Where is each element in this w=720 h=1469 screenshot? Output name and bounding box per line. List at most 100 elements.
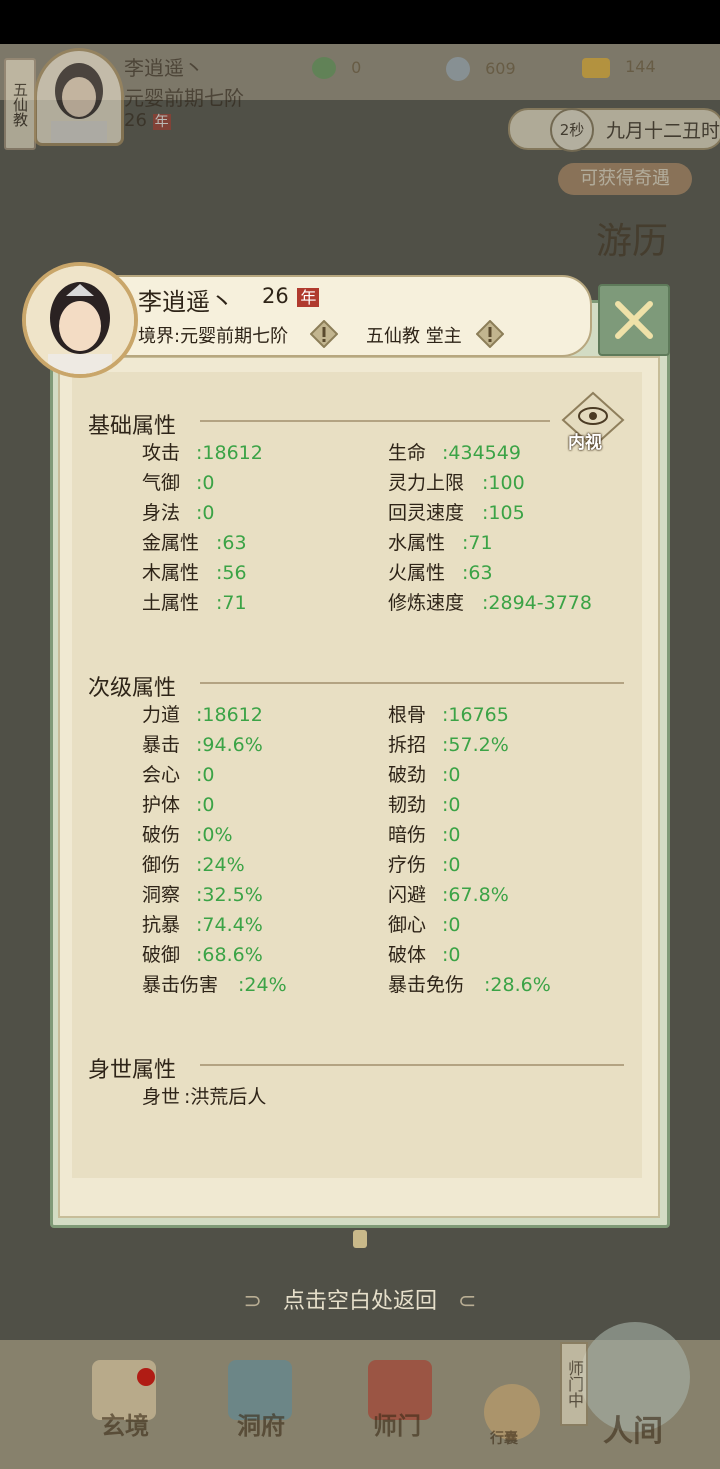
stat-label: 闪避	[388, 884, 427, 906]
stat-label: 会心	[142, 764, 181, 786]
stat-value: :0	[442, 854, 461, 876]
stat-row: 洞察 :32.5% 闪避 :67.8%	[142, 880, 642, 910]
stat-value: :0	[442, 764, 461, 786]
header-age: 26 年	[124, 110, 171, 131]
stat-value: :56	[216, 562, 247, 584]
character-name: 李逍遥丶	[138, 288, 234, 316]
sect-info-icon[interactable]	[475, 319, 505, 349]
stat-label: 拆招	[388, 734, 427, 756]
stat-value: :0	[196, 502, 215, 524]
stat-row: 土属性:71 修炼速度:2894-3778	[142, 588, 642, 618]
stat-label: 抗暴	[142, 914, 181, 936]
header-player-name: 李逍遥丶	[124, 56, 204, 80]
stat-label: 木属性	[142, 562, 200, 584]
sect-tag[interactable]: 五仙教	[4, 58, 36, 150]
resource-coin[interactable]: 609	[446, 57, 516, 81]
stat-value: :0	[442, 914, 461, 936]
stat-label: 金属性	[142, 532, 200, 554]
resource-ingot-value: 144	[625, 57, 656, 76]
character-age-badge: 年	[297, 288, 320, 307]
close-icon	[615, 301, 653, 339]
stat-label: 御心	[388, 914, 427, 936]
nav-item-dongfu[interactable]: 洞府	[216, 1406, 306, 1441]
stat-value: :0%	[196, 824, 233, 846]
section-title-basic: 基础属性	[88, 414, 177, 439]
return-hint[interactable]: ⊃ 点击空白处返回 ⊂	[0, 1283, 720, 1315]
coin-icon	[446, 57, 470, 81]
stat-value: :24%	[238, 974, 287, 996]
section-divider	[200, 420, 550, 422]
stat-row: 身世 :洪荒后人	[142, 1082, 442, 1112]
stat-value: :100	[482, 472, 525, 494]
secondary-attributes: 力道:18612 根骨:16765 暴击:94.6% 拆招:57.2% 会心:0 破劲…	[142, 700, 642, 1000]
stat-row: 暴击:94.6% 拆招:57.2%	[142, 730, 642, 760]
stat-value: :28.6%	[484, 974, 551, 996]
nav-item-renjian[interactable]: 人间	[578, 1406, 688, 1450]
stat-label: 气御	[142, 472, 181, 494]
stat-label: 洞察	[142, 884, 181, 906]
nav-item-xingnang[interactable]: 行囊	[468, 1428, 540, 1448]
stat-row: 金属性:63 水属性:71	[142, 528, 642, 558]
portrait-icon	[51, 63, 107, 143]
scroll-left-icon: ⊃	[243, 1289, 262, 1314]
timer-badge: 2秒	[550, 108, 594, 152]
stat-label: 火属性	[388, 562, 446, 584]
stat-label: 灵力上限	[388, 472, 465, 494]
resource-coin-value: 609	[485, 58, 516, 78]
stat-value: :0	[196, 764, 215, 786]
stat-label: 破劲	[388, 764, 427, 786]
stat-value: :2894-3778	[482, 592, 592, 614]
status-bar	[0, 0, 720, 44]
stat-label: 水属性	[388, 532, 446, 554]
stat-label: 暴击伤害	[142, 974, 219, 996]
stat-value: :0	[442, 794, 461, 816]
player-avatar[interactable]	[34, 48, 124, 146]
stat-row: 力道:18612 根骨:16765	[142, 700, 642, 730]
time-display: 2秒 九月十二丑时	[508, 108, 720, 152]
stat-label: 根骨	[388, 704, 427, 726]
character-age: 26 年	[262, 284, 320, 308]
header-realm: 元婴前期七阶	[124, 86, 244, 110]
close-button[interactable]	[598, 284, 670, 356]
realm-info-icon[interactable]	[309, 319, 339, 349]
stat-row: 护体:0 韧劲:0	[142, 790, 642, 820]
return-hint-label: 点击空白处返回	[282, 1289, 437, 1314]
nav-item-xuanjing[interactable]: 玄境	[80, 1406, 170, 1441]
realm-label: 境界:元婴前期七阶	[138, 326, 289, 347]
travel-label[interactable]: 游历	[596, 212, 668, 264]
stat-value: :0	[196, 794, 215, 816]
stat-row: 御伤:24% 疗伤:0	[142, 850, 642, 880]
stat-label: 破体	[388, 944, 427, 966]
stat-row: 暴击伤害 :24% 暴击免伤 :28.6%	[142, 970, 642, 1000]
resource-ingot[interactable]: 144	[582, 57, 656, 78]
stat-value: :74.4%	[196, 914, 263, 936]
stat-value: :434549	[442, 442, 521, 464]
card-ornament	[353, 1230, 367, 1248]
stat-label: 暴击免伤	[388, 974, 465, 996]
sect-label: 五仙教 堂主	[366, 326, 462, 347]
stat-value: :67.8%	[442, 884, 509, 906]
stat-label: 暗伤	[388, 824, 427, 846]
nav-item-shimen[interactable]: 师门	[352, 1406, 442, 1441]
basic-attributes: 攻击:18612 生命:434549 气御:0 灵力上限:100 身法:0 回灵速度:…	[142, 438, 642, 618]
section-divider	[200, 1064, 624, 1066]
stat-label: 御伤	[142, 854, 181, 876]
stat-row: 破御:68.6% 破体:0	[142, 940, 642, 970]
stat-value: :63	[216, 532, 247, 554]
stat-value: :洪荒后人	[184, 1086, 267, 1108]
resource-jade[interactable]: 0	[312, 57, 361, 79]
sect-tag-label: 五仙教	[11, 81, 29, 127]
stat-label: 破伤	[142, 824, 181, 846]
stat-row: 会心 :0 破劲 :0	[142, 760, 642, 790]
stat-value: :32.5%	[196, 884, 263, 906]
stat-label: 暴击	[142, 734, 181, 756]
stat-label: 修炼速度	[388, 592, 465, 614]
stat-label: 破御	[142, 944, 181, 966]
qiyu-button[interactable]: 可获得奇遇	[558, 163, 692, 195]
notification-dot	[137, 1368, 155, 1386]
stat-row: 攻击:18612 生命:434549	[142, 438, 642, 468]
stat-value: :18612	[196, 704, 263, 726]
stat-value: :16765	[442, 704, 509, 726]
stat-label: 回灵速度	[388, 502, 465, 524]
stat-value: :0	[442, 824, 461, 846]
